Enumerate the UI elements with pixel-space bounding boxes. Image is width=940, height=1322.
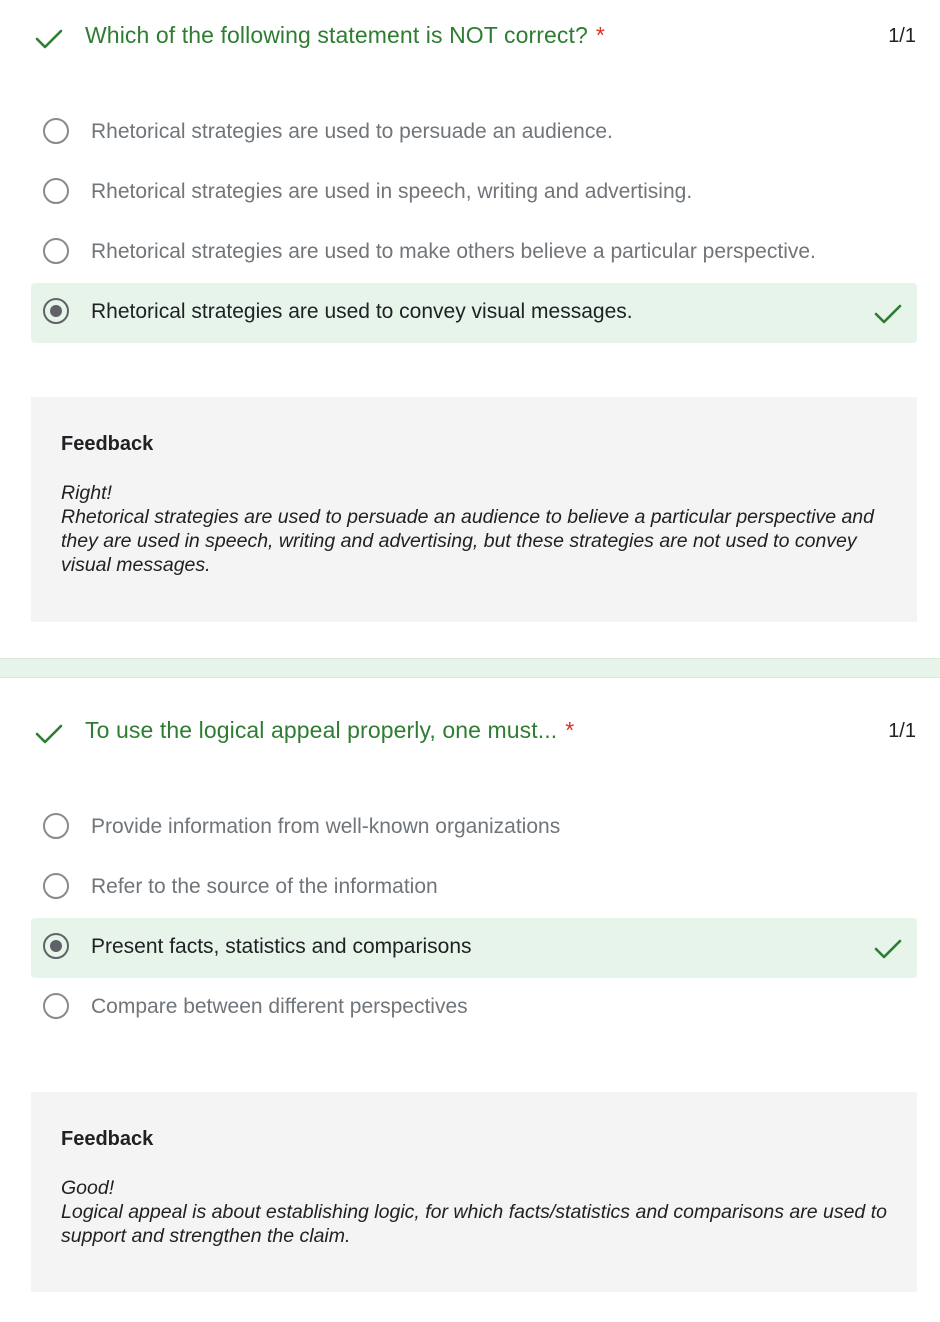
radio-button[interactable] — [43, 873, 69, 899]
option-label: Refer to the source of the information — [91, 875, 438, 898]
radio-button[interactable] — [43, 238, 69, 264]
option-label: Provide information from well-known orga… — [91, 815, 561, 838]
feedback-lead: Right! — [61, 482, 112, 504]
check-icon — [874, 304, 902, 324]
radio-button-selected[interactable] — [43, 933, 69, 959]
radio-button[interactable] — [43, 118, 69, 144]
option-radio[interactable]: Refer to the source of the information — [31, 858, 917, 918]
question-header: To use the logical appeal properly, one … — [0, 695, 940, 769]
radio-button-selected[interactable] — [43, 298, 69, 324]
feedback-lead: Good! — [61, 1177, 115, 1199]
option-label: Rhetorical strategies are used in speech… — [91, 180, 693, 203]
feedback-body: Good! Logical appeal is about establishi… — [61, 1176, 891, 1248]
check-icon — [35, 724, 63, 744]
question-title: Which of the following statement is NOT … — [85, 22, 605, 48]
section-divider — [0, 658, 940, 678]
question-score: 1/1 — [888, 720, 916, 742]
question-title: To use the logical appeal properly, one … — [85, 717, 575, 743]
required-marker: * — [565, 717, 575, 743]
check-icon — [874, 939, 902, 959]
question-card-2: To use the logical appeal properly, one … — [0, 678, 940, 1322]
question-card-1: Which of the following statement is NOT … — [0, 0, 940, 658]
radio-button[interactable] — [43, 813, 69, 839]
option-radio-selected[interactable]: Rhetorical strategies are used to convey… — [31, 283, 917, 343]
option-radio[interactable]: Rhetorical strategies are used to persua… — [31, 103, 917, 163]
option-label: Compare between different perspectives — [91, 995, 468, 1018]
feedback-panel: Feedback Right! Rhetorical strategies ar… — [31, 397, 917, 622]
feedback-heading: Feedback — [61, 1128, 154, 1150]
option-radio[interactable]: Compare between different perspectives — [31, 978, 917, 1038]
feedback-text: Rhetorical strategies are used to persua… — [61, 506, 875, 576]
option-radio[interactable]: Rhetorical strategies are used in speech… — [31, 163, 917, 223]
option-label: Rhetorical strategies are used to make o… — [91, 240, 816, 263]
option-label: Rhetorical strategies are used to convey… — [91, 300, 633, 323]
option-radio-selected[interactable]: Present facts, statistics and comparison… — [31, 918, 917, 978]
radio-dot — [50, 940, 62, 952]
question-score: 1/1 — [888, 25, 916, 47]
check-icon — [35, 29, 63, 49]
feedback-panel: Feedback Good! Logical appeal is about e… — [31, 1092, 917, 1292]
feedback-text: Logical appeal is about establishing log… — [61, 1201, 887, 1247]
option-label: Present facts, statistics and comparison… — [91, 935, 472, 958]
option-label: Rhetorical strategies are used to persua… — [91, 120, 613, 143]
radio-dot — [50, 305, 62, 317]
radio-button[interactable] — [43, 178, 69, 204]
question-header: Which of the following statement is NOT … — [0, 0, 940, 74]
feedback-heading: Feedback — [61, 433, 154, 455]
option-radio[interactable]: Provide information from well-known orga… — [31, 798, 917, 858]
required-marker: * — [595, 22, 605, 48]
feedback-body: Right! Rhetorical strategies are used to… — [61, 481, 891, 577]
radio-button[interactable] — [43, 993, 69, 1019]
option-radio[interactable]: Rhetorical strategies are used to make o… — [31, 223, 917, 283]
